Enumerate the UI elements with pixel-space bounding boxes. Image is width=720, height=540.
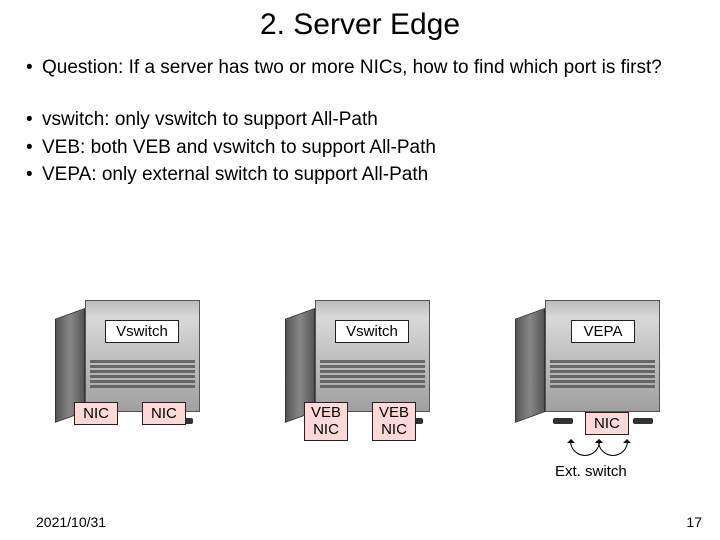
nic-label: NIC	[585, 412, 629, 435]
nic-text: NIC	[311, 421, 341, 438]
bullet-item: • VEB: both VEB and vswitch to support A…	[26, 136, 694, 160]
nic-label: NIC	[142, 402, 186, 425]
footer-page: 17	[686, 514, 702, 530]
server-vswitch: Vswitch NIC NIC	[45, 300, 215, 420]
loop-arrow-icon	[598, 440, 628, 456]
diagram-area: Vswitch NIC NIC Vswitch VEB NIC VEB NIC	[0, 300, 720, 480]
nic-text: NIC	[379, 421, 409, 438]
bullet-item: • Question: If a server has two or more …	[26, 56, 694, 80]
ext-switch-label: Ext. switch	[555, 463, 627, 480]
veb-nic-label: VEB NIC	[372, 402, 416, 441]
bullet-list: • Question: If a server has two or more …	[0, 42, 720, 187]
bullet-text: vswitch: only vswitch to support All-Pat…	[42, 108, 694, 132]
bullet-text: VEB: both VEB and vswitch to support All…	[42, 136, 694, 160]
veb-text: VEB	[311, 404, 341, 421]
veb-text: VEB	[379, 404, 409, 421]
vswitch-label: Vswitch	[335, 320, 409, 343]
server-vepa: VEPA NIC	[505, 300, 675, 420]
nic-label: NIC	[74, 402, 118, 425]
server-veb: Vswitch VEB NIC VEB NIC	[275, 300, 445, 420]
server-icon	[505, 300, 675, 420]
vswitch-label: Vswitch	[105, 320, 179, 343]
footer-date: 2021/10/31	[36, 514, 106, 530]
veb-nic-label: VEB NIC	[304, 402, 348, 441]
bullet-text: VEPA: only external switch to support Al…	[42, 163, 694, 187]
bullet-item: • vswitch: only vswitch to support All-P…	[26, 108, 694, 132]
bullet-text: Question: If a server has two or more NI…	[42, 56, 694, 80]
slide-title: 2. Server Edge	[0, 0, 720, 42]
bullet-item: • VEPA: only external switch to support …	[26, 163, 694, 187]
vepa-label: VEPA	[571, 320, 635, 343]
